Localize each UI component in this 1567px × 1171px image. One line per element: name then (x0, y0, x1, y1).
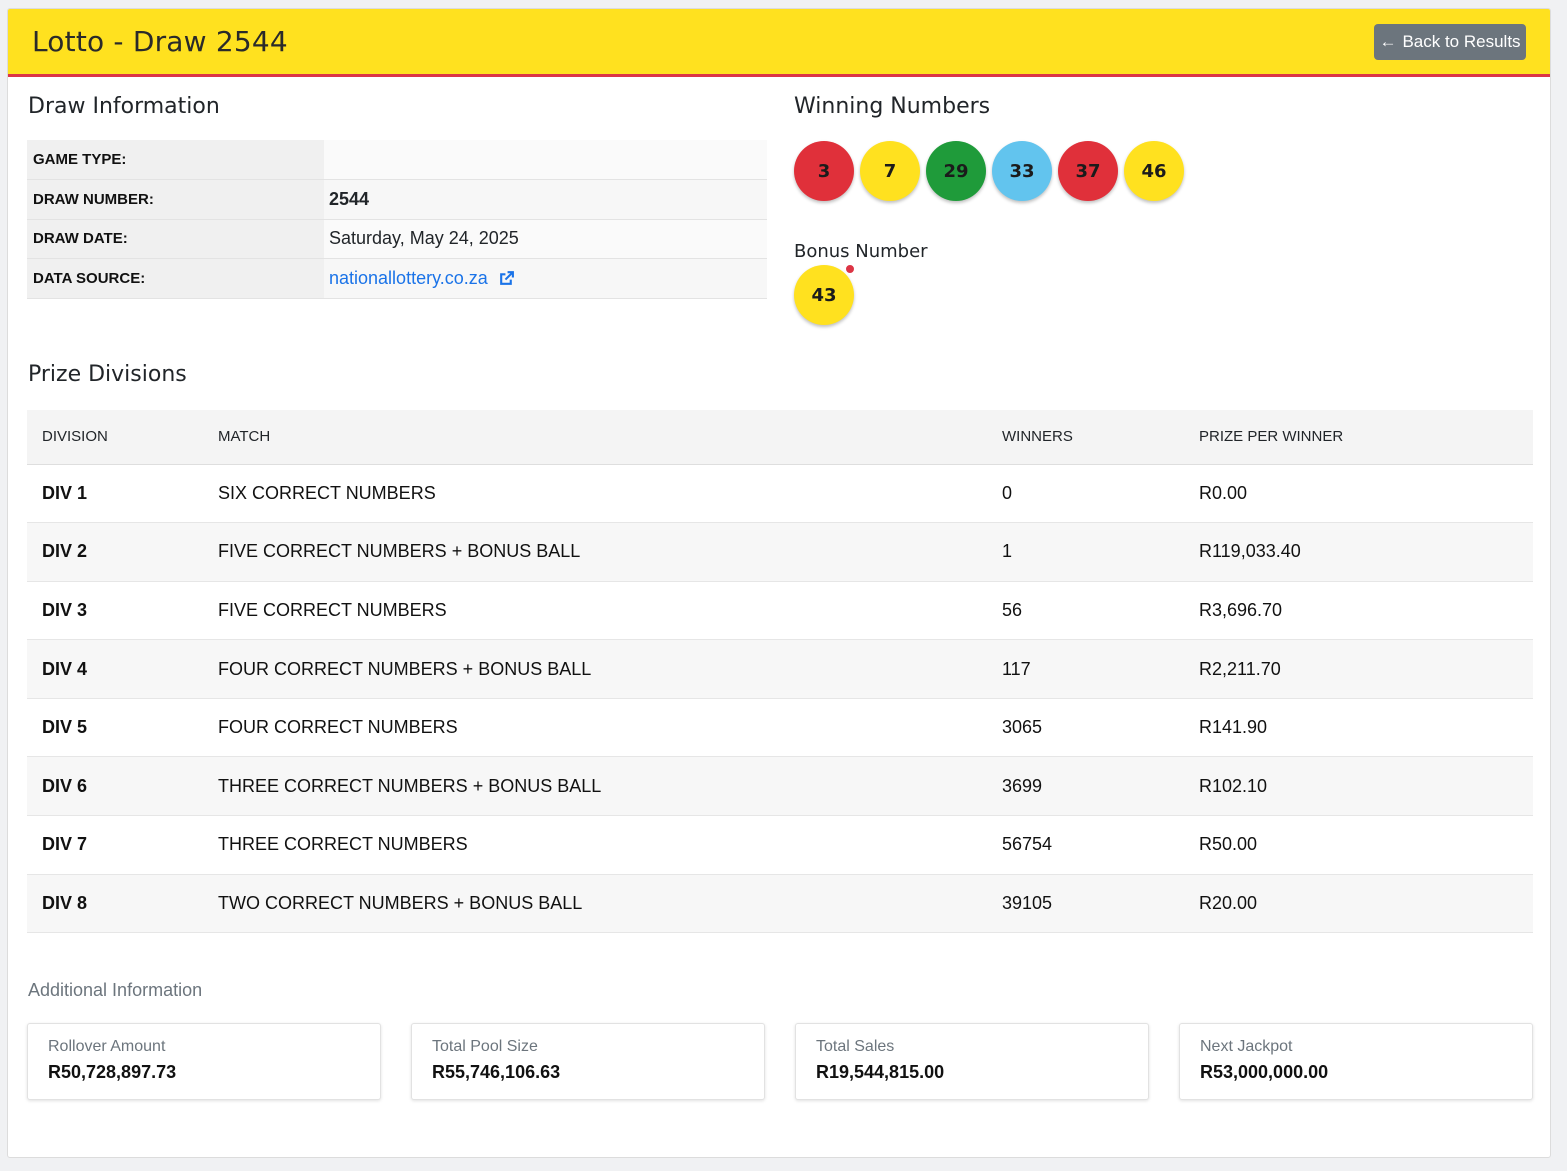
stat-label: Next Jackpot (1200, 1038, 1293, 1055)
winning-ball: 7 (860, 141, 920, 201)
page-title: Lotto - Draw 2544 (32, 25, 288, 58)
winning-ball: 37 (1058, 141, 1118, 201)
prize-cell: R2,211.70 (1199, 639, 1533, 699)
additional-information-heading: Additional Information (28, 980, 203, 1000)
game-type-value (324, 140, 767, 180)
table-row: DIV 6 THREE CORRECT NUMBERS + BONUS BALL… (27, 756, 1533, 817)
table-row: DIV 5 FOUR CORRECT NUMBERS 3065 R141.90 (27, 698, 1533, 758)
draw-date-value: Saturday, May 24, 2025 (324, 219, 767, 259)
winning-ball: 33 (992, 141, 1052, 201)
additional-info-cards: Rollover Amount R50,728,897.73 Total Poo… (27, 1023, 1533, 1100)
draw-info-table: GAME TYPE: DRAW NUMBER: 2544 DRAW DATE: … (27, 140, 767, 299)
division-cell: DIV 6 (27, 756, 218, 817)
bonus-indicator-dot (845, 264, 855, 274)
draw-detail-card: Lotto - Draw 2544 ← Back to Results Draw… (7, 8, 1551, 1158)
division-cell: DIV 5 (27, 698, 218, 758)
table-row: DIV 7 THREE CORRECT NUMBERS 56754 R50.00 (27, 815, 1533, 875)
match-cell: FIVE CORRECT NUMBERS + BONUS BALL (218, 522, 1002, 582)
match-cell: FIVE CORRECT NUMBERS (218, 581, 1002, 641)
back-button-label: Back to Results (1402, 32, 1521, 51)
column-header-winners: WINNERS (1002, 410, 1199, 465)
division-cell: DIV 3 (27, 581, 218, 641)
table-row: DIV 2 FIVE CORRECT NUMBERS + BONUS BALL … (27, 522, 1533, 582)
match-cell: FOUR CORRECT NUMBERS (218, 698, 1002, 758)
prize-cell: R141.90 (1199, 698, 1533, 758)
stat-value: R55,746,106.63 (432, 1062, 561, 1082)
division-cell: DIV 4 (27, 639, 218, 699)
arrow-left-icon: ← (1379, 32, 1397, 51)
bonus-number-label: Bonus Number (794, 241, 928, 262)
info-row-game-type: GAME TYPE: (27, 140, 767, 180)
data-source-link[interactable]: nationallottery.co.za (329, 268, 515, 289)
stat-card-pool-size: Total Pool Size R55,746,106.63 (411, 1023, 765, 1100)
division-cell: DIV 7 (27, 815, 218, 875)
winning-ball: 29 (926, 141, 986, 201)
winners-cell: 56 (1002, 581, 1199, 641)
prize-divisions-table: DIVISION MATCH WINNERS PRIZE PER WINNER … (27, 410, 1533, 934)
winning-numbers-heading: Winning Numbers (794, 94, 991, 119)
winners-cell: 3699 (1002, 756, 1199, 817)
stat-value: R50,728,897.73 (48, 1062, 177, 1082)
stat-card-rollover: Rollover Amount R50,728,897.73 (27, 1023, 381, 1100)
prize-cell: R3,696.70 (1199, 581, 1533, 641)
winning-ball: 46 (1124, 141, 1184, 201)
winning-ball: 3 (794, 141, 854, 201)
stat-label: Rollover Amount (48, 1038, 166, 1055)
match-cell: FOUR CORRECT NUMBERS + BONUS BALL (218, 639, 1002, 699)
info-row-draw-date: DRAW DATE: Saturday, May 24, 2025 (27, 219, 767, 259)
prize-cell: R102.10 (1199, 756, 1533, 817)
back-to-results-button[interactable]: ← Back to Results (1374, 24, 1526, 60)
stat-value: R19,544,815.00 (816, 1062, 945, 1082)
winners-cell: 39105 (1002, 874, 1199, 934)
stat-card-next-jackpot: Next Jackpot R53,000,000.00 (1179, 1023, 1533, 1100)
winners-cell: 0 (1002, 464, 1199, 524)
stat-label: Total Pool Size (432, 1038, 538, 1055)
prize-table-header: DIVISION MATCH WINNERS PRIZE PER WINNER (27, 410, 1533, 465)
data-source-cell: nationallottery.co.za (324, 258, 767, 299)
table-row: DIV 3 FIVE CORRECT NUMBERS 56 R3,696.70 (27, 581, 1533, 641)
info-label: DATA SOURCE: (27, 258, 324, 299)
winning-balls: 3 7 29 33 37 46 (794, 141, 1184, 201)
column-header-division: DIVISION (27, 410, 218, 465)
division-cell: DIV 1 (27, 464, 218, 524)
match-cell: THREE CORRECT NUMBERS + BONUS BALL (218, 756, 1002, 817)
bonus-ball: 43 (794, 264, 855, 325)
draw-number-value: 2544 (324, 179, 767, 220)
stat-value: R53,000,000.00 (1200, 1062, 1329, 1082)
winners-cell: 1 (1002, 522, 1199, 582)
match-cell: TWO CORRECT NUMBERS + BONUS BALL (218, 874, 1002, 934)
prize-cell: R0.00 (1199, 464, 1533, 524)
info-label: GAME TYPE: (27, 140, 324, 180)
winners-cell: 117 (1002, 639, 1199, 699)
info-label: DRAW NUMBER: (27, 179, 324, 220)
stat-label: Total Sales (816, 1038, 895, 1055)
external-link-icon (499, 270, 514, 285)
prize-divisions-heading: Prize Divisions (28, 362, 187, 387)
bonus-ball-wrapper: 43 (794, 264, 855, 325)
division-cell: DIV 8 (27, 874, 218, 934)
table-row: DIV 1 SIX CORRECT NUMBERS 0 R0.00 (27, 464, 1533, 524)
card-header: Lotto - Draw 2544 ← Back to Results (8, 9, 1550, 77)
winners-cell: 3065 (1002, 698, 1199, 758)
column-header-prize: PRIZE PER WINNER (1199, 410, 1533, 465)
match-cell: SIX CORRECT NUMBERS (218, 464, 1002, 524)
stat-card-total-sales: Total Sales R19,544,815.00 (795, 1023, 1149, 1100)
draw-information-heading: Draw Information (28, 94, 220, 119)
prize-cell: R20.00 (1199, 874, 1533, 934)
info-row-data-source: DATA SOURCE: nationallottery.co.za (27, 258, 767, 299)
prize-cell: R119,033.40 (1199, 522, 1533, 582)
prize-cell: R50.00 (1199, 815, 1533, 875)
match-cell: THREE CORRECT NUMBERS (218, 815, 1002, 875)
table-row: DIV 8 TWO CORRECT NUMBERS + BONUS BALL 3… (27, 874, 1533, 934)
data-source-link-text: nationallottery.co.za (329, 267, 488, 288)
info-label: DRAW DATE: (27, 219, 324, 259)
winners-cell: 56754 (1002, 815, 1199, 875)
table-row: DIV 4 FOUR CORRECT NUMBERS + BONUS BALL … (27, 639, 1533, 699)
column-header-match: MATCH (218, 410, 1002, 465)
division-cell: DIV 2 (27, 522, 218, 582)
info-row-draw-number: DRAW NUMBER: 2544 (27, 179, 767, 220)
bonus-ball-number: 43 (811, 284, 837, 306)
